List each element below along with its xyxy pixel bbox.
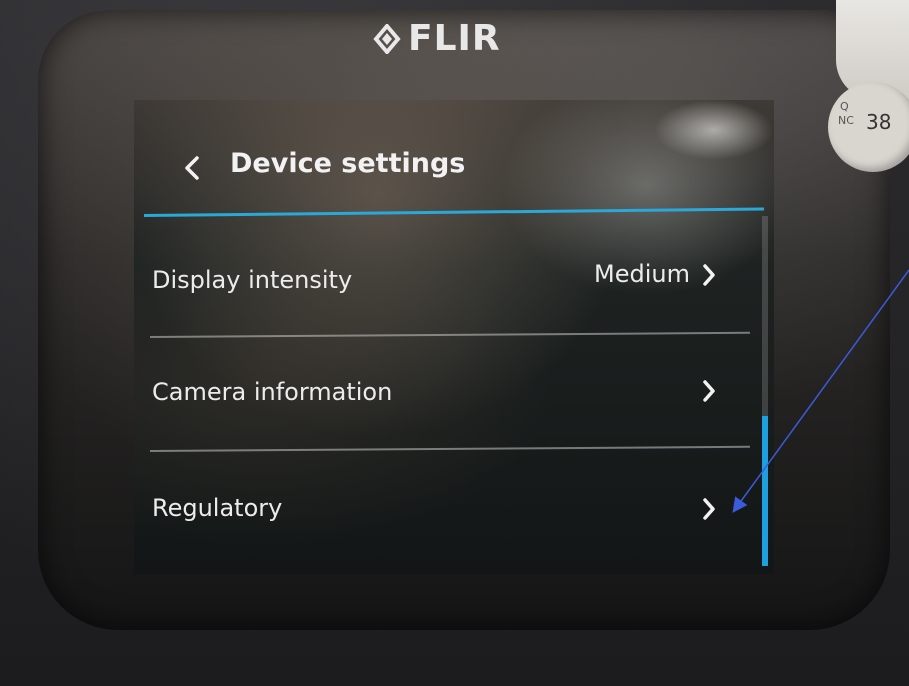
page-title: Device settings bbox=[230, 148, 466, 179]
settings-row-camera-information[interactable]: Camera information bbox=[134, 340, 754, 452]
scrollbar-thumb[interactable] bbox=[762, 416, 768, 566]
chevron-right-icon bbox=[703, 498, 715, 520]
device-screen: Device settings Display intensity Medium… bbox=[134, 100, 774, 574]
chevron-right-icon bbox=[703, 264, 715, 286]
flir-diamond-icon bbox=[373, 23, 401, 54]
brand-logo: FLIR bbox=[372, 18, 501, 59]
settings-row-label: Camera information bbox=[152, 378, 393, 406]
chevron-left-icon[interactable] bbox=[180, 152, 204, 184]
qc-sticker: Q NC 38 bbox=[828, 82, 909, 172]
chevron-right-icon bbox=[703, 380, 715, 402]
settings-row-regulatory[interactable]: Regulatory bbox=[134, 456, 754, 568]
settings-row-value: Medium bbox=[594, 260, 690, 288]
photo: FLIR Q NC 38 Device settings Display int… bbox=[0, 0, 909, 686]
sticker-line2: NC bbox=[838, 114, 854, 127]
settings-row-label: Regulatory bbox=[152, 494, 283, 522]
settings-row-label: Display intensity bbox=[152, 266, 353, 294]
settings-row-display-intensity[interactable]: Display intensity Medium bbox=[134, 220, 754, 332]
sticker-line1: Q bbox=[840, 100, 849, 113]
sticker-number: 38 bbox=[866, 110, 892, 134]
row-divider bbox=[149, 331, 750, 338]
screen-header: Device settings bbox=[134, 100, 774, 220]
brand-logo-text: FLIR bbox=[408, 18, 501, 59]
